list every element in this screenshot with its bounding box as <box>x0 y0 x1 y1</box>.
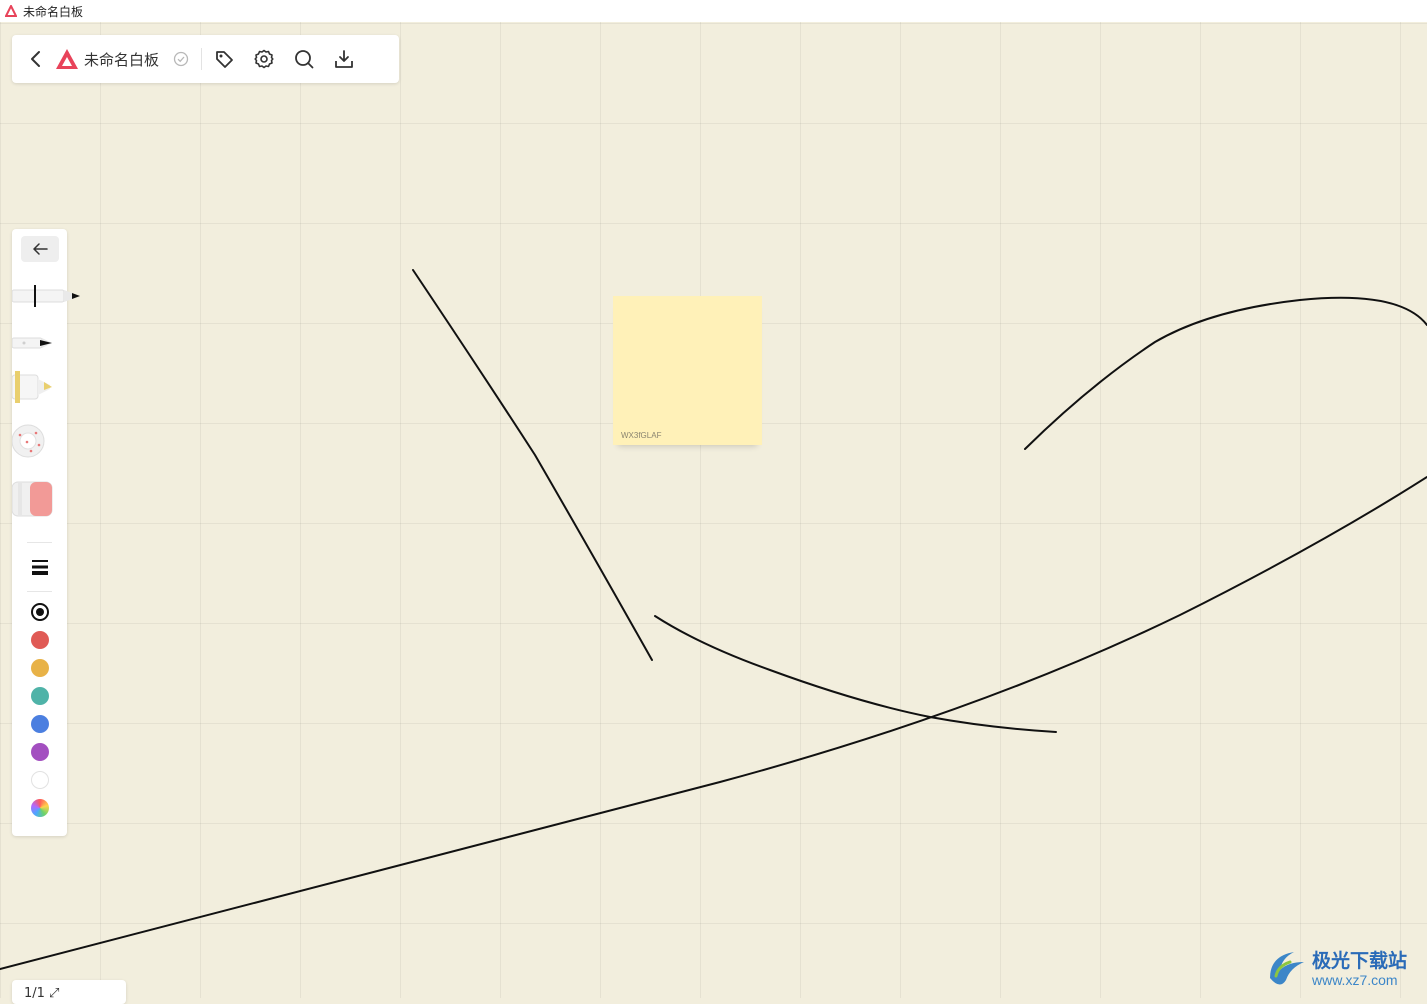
toolbar-divider <box>201 48 203 70</box>
window-title: 未命名白板 <box>23 4 84 19</box>
pen-tool[interactable] <box>12 283 82 309</box>
search-button[interactable] <box>290 45 318 73</box>
tag-button[interactable] <box>210 45 238 73</box>
collapse-sidebar-button[interactable] <box>21 236 59 262</box>
highlighter-tool[interactable] <box>12 369 60 405</box>
sidebar-divider <box>27 542 52 543</box>
document-title[interactable]: 未命名白板 <box>84 49 159 70</box>
app-logo-icon <box>56 49 78 69</box>
fineliner-tool[interactable] <box>12 332 60 354</box>
window-titlebar: 未命名白板 <box>0 0 1427 22</box>
sticky-note[interactable]: WX3fGLAF <box>613 296 762 445</box>
app-logo-icon <box>5 5 17 17</box>
color-swatch[interactable] <box>31 687 49 705</box>
tag-icon <box>216 51 233 68</box>
whiteboard-canvas[interactable] <box>0 22 1427 998</box>
export-button[interactable] <box>330 45 358 73</box>
color-swatch-selected[interactable] <box>31 603 49 621</box>
sticky-note-text: WX3fGLAF <box>621 431 662 440</box>
stroke-width-icon[interactable] <box>30 557 50 577</box>
back-icon <box>31 51 40 67</box>
color-swatch[interactable] <box>31 715 49 733</box>
custom-color-swatch[interactable] <box>31 799 49 817</box>
color-swatch-white[interactable] <box>31 771 49 789</box>
arrow-left-icon <box>33 243 48 255</box>
watermark-title: 极光下载站 <box>1312 950 1408 972</box>
page-indicator[interactable]: 1/1 ⤢ <box>12 980 126 1004</box>
saved-check-icon <box>173 51 189 67</box>
laser-pointer-tool[interactable] <box>12 423 52 463</box>
color-swatch[interactable] <box>31 743 49 761</box>
watermark-logo-icon <box>1270 952 1304 985</box>
back-button[interactable] <box>22 45 50 73</box>
top-toolbar: 未命名白板 <box>12 35 399 83</box>
selected-dot <box>36 608 44 616</box>
watermark-url: www.xz7.com <box>1312 972 1398 988</box>
watermark: 极光下载站 www.xz7.com <box>1266 944 1421 992</box>
search-icon <box>295 50 314 69</box>
color-swatch[interactable] <box>31 659 49 677</box>
eraser-tool[interactable] <box>12 480 56 518</box>
color-swatch[interactable] <box>31 631 49 649</box>
settings-button[interactable] <box>250 45 278 73</box>
download-icon <box>335 50 353 68</box>
sidebar-divider <box>27 591 52 592</box>
tool-sidebar <box>12 229 80 836</box>
settings-icon <box>254 49 274 69</box>
